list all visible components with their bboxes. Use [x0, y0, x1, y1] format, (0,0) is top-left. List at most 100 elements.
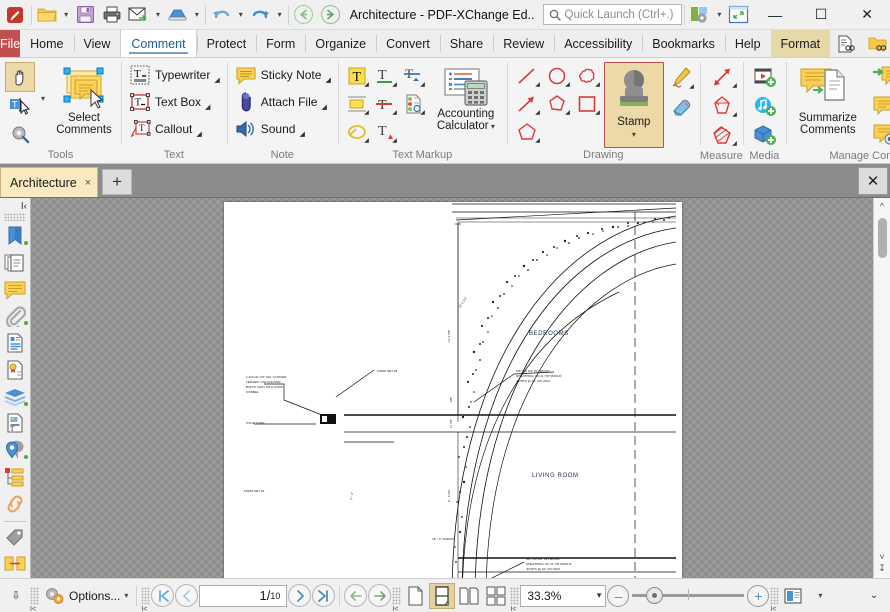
folder-search-icon[interactable] — [862, 30, 890, 58]
distance-measure-tool[interactable]: ◢ — [705, 62, 739, 91]
email-dropdown-icon[interactable]: ▾ — [152, 1, 164, 29]
sound-tool[interactable]: Sound ◢ — [232, 116, 334, 142]
line-tool[interactable]: ◢ — [512, 62, 542, 90]
summarize-comments-button[interactable]: Summarize Comments — [791, 62, 865, 136]
stamps-panel-icon[interactable] — [2, 551, 29, 577]
content-panel-icon[interactable] — [2, 330, 29, 356]
area-measure-tool[interactable]: ◢ — [705, 120, 739, 149]
layout-grip[interactable] — [392, 586, 402, 612]
tab-review[interactable]: Review — [493, 30, 554, 57]
continuous-layout-button[interactable] — [429, 582, 456, 609]
sticky-note-tool[interactable]: Sticky Note ◢ — [232, 62, 334, 88]
scrollbar-thumb[interactable] — [878, 218, 887, 258]
email-icon[interactable] — [125, 1, 152, 29]
previous-view-button[interactable] — [344, 584, 368, 607]
tab-convert[interactable]: Convert — [376, 30, 440, 57]
tab-share[interactable]: Share — [439, 30, 493, 57]
fullscreen-icon[interactable] — [726, 1, 753, 29]
redo-icon[interactable] — [247, 1, 274, 29]
next-view-button[interactable] — [368, 584, 392, 607]
last-page-button[interactable] — [312, 584, 336, 607]
underline-text-tool[interactable]: T ◢ — [371, 62, 399, 90]
optimize-panel-icon[interactable]: T — [2, 411, 29, 437]
fields-panel-icon[interactable] — [2, 464, 29, 490]
tools-more-dropdown-icon[interactable]: ▾ — [37, 62, 49, 134]
open-file-icon[interactable] — [33, 1, 60, 29]
links-panel-icon[interactable] — [2, 491, 29, 517]
maximize-button[interactable]: ☐ — [798, 0, 844, 30]
document-tab-architecture[interactable]: Architecture × — [0, 167, 99, 197]
tool-settings-icon[interactable] — [5, 120, 35, 148]
bookmarks-panel-icon[interactable] — [2, 223, 29, 249]
insert-caret-tool[interactable]: T ◢ — [371, 118, 399, 146]
expand-statusbar-button[interactable]: ⇩ — [3, 583, 29, 609]
scrollbar-track[interactable] — [874, 214, 890, 548]
chevron-down-icon[interactable]: ▾ — [597, 590, 602, 601]
tab-home[interactable]: Home — [20, 30, 73, 57]
customize-toolbar-icon[interactable] — [687, 1, 714, 29]
back-icon[interactable] — [291, 1, 318, 29]
stamp-dropdown-icon[interactable]: ▾ — [632, 130, 636, 139]
stamp-button[interactable]: Stamp ▾ — [603, 62, 664, 148]
zoom-slider[interactable] — [632, 587, 745, 604]
ellipse-tool[interactable]: ◢ — [542, 62, 572, 90]
add-audio-tool[interactable] — [748, 91, 782, 120]
single-page-layout-button[interactable] — [402, 583, 428, 609]
new-tab-button[interactable]: + — [102, 169, 133, 195]
page-number-input[interactable]: 1/10 — [199, 584, 288, 607]
thumbnails-panel-icon[interactable] — [2, 250, 29, 276]
polygon-tool[interactable]: ◢ — [512, 118, 542, 146]
strikeout-text-tool[interactable]: T ◢ — [371, 90, 399, 118]
squiggly-underline-tool[interactable]: T◢ — [399, 62, 427, 90]
redo-dropdown-icon[interactable]: ▾ — [273, 1, 285, 29]
tab-format[interactable]: Format — [770, 30, 831, 57]
zoom-slider-track[interactable] — [632, 587, 745, 604]
review-comments-tool[interactable]: ◢ — [399, 90, 427, 118]
tab-organize[interactable]: Organize — [305, 30, 376, 57]
tags-panel-icon[interactable] — [2, 524, 29, 550]
view-mode-dropdown-icon[interactable]: ▾ — [807, 583, 833, 609]
attachments-panel-icon[interactable] — [2, 304, 29, 330]
pencil-tool[interactable]: ◢ — [666, 62, 696, 92]
export-comments[interactable] — [867, 91, 890, 120]
close-button[interactable]: ✕ — [844, 0, 890, 30]
minimize-button[interactable]: — — [752, 0, 798, 30]
comments-panel-icon[interactable] — [2, 277, 29, 303]
previous-page-button[interactable] — [175, 584, 199, 607]
navigation-pane-grip[interactable] — [4, 213, 26, 222]
options-grip[interactable] — [30, 586, 39, 612]
options-dropdown-icon[interactable]: ▾ — [124, 591, 128, 600]
open-file-dropdown-icon[interactable]: ▾ — [60, 1, 72, 29]
tab-bookmarks[interactable]: Bookmarks — [642, 30, 725, 57]
tab-accessibility[interactable]: Accessibility — [554, 30, 642, 57]
scan-dropdown-icon[interactable]: ▾ — [191, 1, 203, 29]
tab-comment[interactable]: Comment — [120, 30, 197, 57]
collapse-statusbar-button[interactable]: ⌄ — [861, 583, 887, 609]
pdf-page[interactable]: 1 3/4"x11 7/8" SCL 'CURVED' LEDGER, C/W … — [224, 202, 682, 578]
next-page-button[interactable] — [288, 584, 312, 607]
scan-icon[interactable] — [164, 1, 191, 29]
quick-launch-input[interactable]: Quick Launch (Ctrl+.) — [542, 4, 682, 25]
document-search-icon[interactable] — [830, 30, 860, 58]
select-text-tool[interactable]: T — [5, 92, 35, 120]
destinations-panel-icon[interactable] — [2, 437, 29, 463]
view-mode-button[interactable] — [780, 583, 806, 609]
select-comments-button[interactable]: Select Comments — [51, 62, 117, 136]
scroll-down-button[interactable]: ˅ ↧ — [874, 548, 890, 578]
close-document-button[interactable]: ✕ — [858, 167, 888, 195]
undo-icon[interactable] — [208, 1, 235, 29]
zoom-slider-handle[interactable] — [646, 587, 664, 604]
hand-tool[interactable] — [5, 62, 35, 92]
document-tab-close-icon[interactable]: × — [85, 177, 91, 189]
zoom-grip[interactable] — [510, 586, 520, 612]
tab-view[interactable]: View — [73, 30, 121, 57]
tab-help[interactable]: Help — [724, 30, 771, 57]
typewriter-tool[interactable]: T Typewriter ◢ — [126, 62, 223, 88]
callout-tool[interactable]: T Callout ◢ — [126, 116, 223, 142]
polyline-tool[interactable]: ◢ — [542, 90, 572, 118]
tab-file[interactable]: File — [0, 30, 21, 57]
undo-dropdown-icon[interactable]: ▾ — [235, 1, 247, 29]
rectangle-tool[interactable]: ◢ — [572, 90, 602, 118]
cloud-tool[interactable]: ◢ — [572, 62, 602, 90]
accounting-calculator-button[interactable]: Accounting Calculator ▾ — [429, 62, 503, 133]
